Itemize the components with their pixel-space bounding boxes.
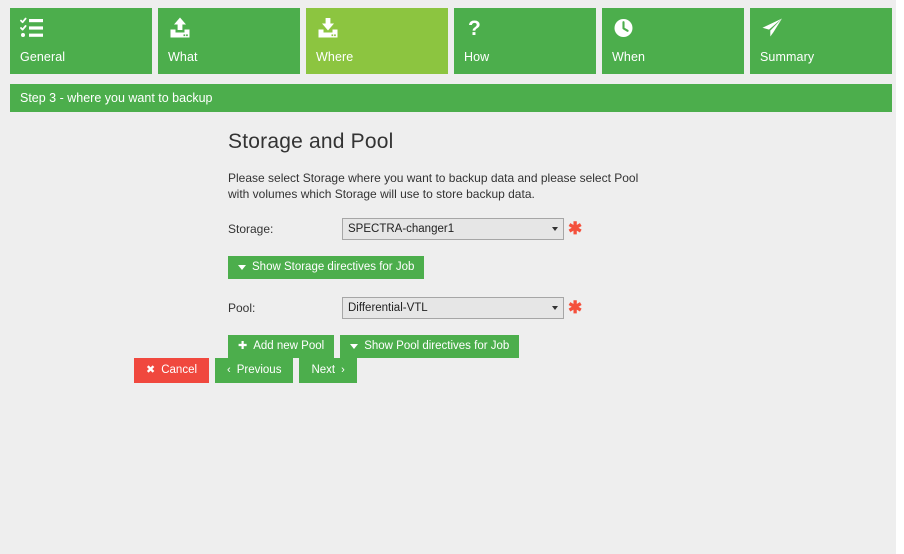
wizard-tab-strip: General What W [10, 8, 892, 74]
pool-row: Pool: Differential-VTL ✱ [228, 297, 688, 321]
page-title: Storage and Pool [228, 130, 688, 154]
step-banner: Step 3 - where you want to backup [10, 84, 892, 112]
pool-select-value: Differential-VTL [348, 302, 428, 314]
pool-required-marker: ✱ [568, 298, 582, 318]
tab-summary-label: Summary [760, 50, 882, 64]
tab-when[interactable]: When [602, 8, 744, 74]
form-description: Please select Storage where you want to … [228, 170, 662, 202]
main-content: Storage and Pool Please select Storage w… [0, 112, 896, 554]
caret-down-icon [350, 344, 358, 349]
question-mark-icon: ? [464, 16, 586, 44]
tab-where[interactable]: Where [306, 8, 448, 74]
storage-label: Storage: [228, 222, 273, 236]
tab-what-label: What [168, 50, 290, 64]
tab-when-label: When [612, 50, 734, 64]
show-storage-directives-label: Show Storage directives for Job [252, 261, 414, 274]
tab-general-label: General [20, 50, 142, 64]
tab-what[interactable]: What [158, 8, 300, 74]
cancel-label: Cancel [161, 364, 197, 377]
clock-icon [612, 16, 734, 44]
show-pool-directives-button[interactable]: Show Pool directives for Job [340, 335, 519, 358]
next-label: Next [311, 364, 335, 377]
tab-how[interactable]: ? How [454, 8, 596, 74]
paper-plane-icon [760, 16, 882, 44]
next-button[interactable]: Next › [299, 358, 356, 383]
upload-icon [168, 16, 290, 44]
wizard-navigation: ✖ Cancel ‹ Previous Next › [134, 358, 357, 383]
chevron-right-icon: › [341, 364, 345, 377]
pool-buttons-row: ✚ Add new Pool Show Pool directives for … [228, 335, 688, 358]
storage-row: Storage: SPECTRA-changer1 ✱ [228, 218, 688, 242]
add-new-pool-label: Add new Pool [253, 340, 324, 353]
chevron-down-icon [552, 306, 558, 310]
add-new-pool-button[interactable]: ✚ Add new Pool [228, 335, 334, 358]
chevron-down-icon [552, 227, 558, 231]
svg-text:?: ? [468, 17, 481, 40]
wizard-page: General What W [0, 0, 896, 554]
previous-label: Previous [237, 364, 282, 377]
previous-button[interactable]: ‹ Previous [215, 358, 293, 383]
cancel-button[interactable]: ✖ Cancel [134, 358, 209, 383]
pool-select[interactable]: Differential-VTL [342, 297, 564, 319]
close-icon: ✖ [146, 364, 155, 377]
storage-required-marker: ✱ [568, 219, 582, 239]
tab-how-label: How [464, 50, 586, 64]
tab-summary[interactable]: Summary [750, 8, 892, 74]
download-icon [316, 16, 438, 44]
show-storage-directives-button[interactable]: Show Storage directives for Job [228, 256, 424, 279]
tab-where-label: Where [316, 50, 438, 64]
pool-label: Pool: [228, 301, 255, 315]
storage-select-value: SPECTRA-changer1 [348, 223, 454, 235]
checklist-icon [20, 16, 142, 44]
show-pool-directives-label: Show Pool directives for Job [364, 340, 509, 353]
caret-down-icon [238, 265, 246, 270]
plus-icon: ✚ [238, 340, 247, 353]
tab-general[interactable]: General [10, 8, 152, 74]
storage-directives-row: Show Storage directives for Job [228, 256, 688, 279]
chevron-left-icon: ‹ [227, 364, 231, 377]
storage-select[interactable]: SPECTRA-changer1 [342, 218, 564, 240]
storage-pool-form: Storage and Pool Please select Storage w… [228, 130, 688, 376]
